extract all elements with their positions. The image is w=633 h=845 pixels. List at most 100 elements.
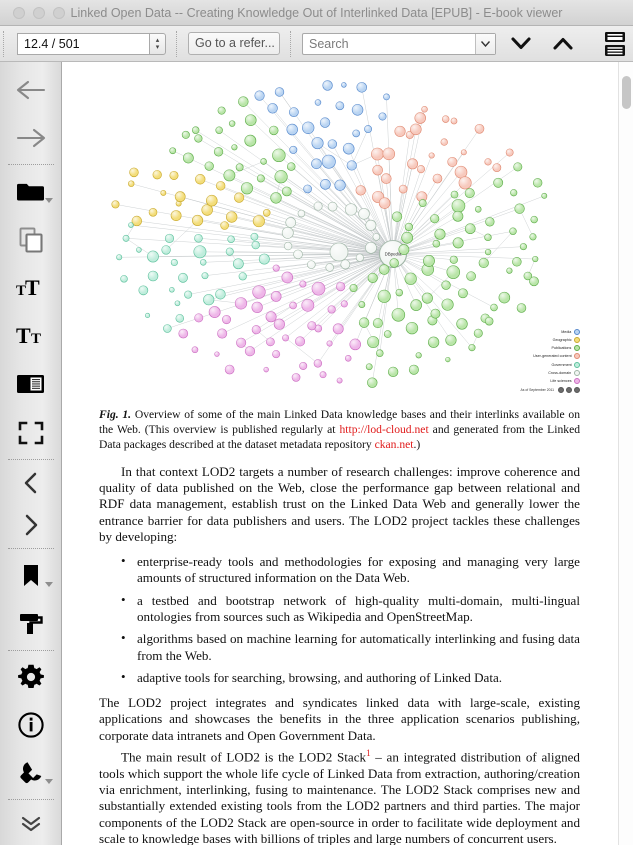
list-item: enterprise-ready tools and methodologies… bbox=[99, 553, 580, 587]
copy-icon bbox=[19, 227, 43, 253]
close-button[interactable] bbox=[13, 6, 25, 19]
find-next-button[interactable] bbox=[504, 29, 538, 59]
sidebar-item-inspector[interactable] bbox=[0, 749, 62, 797]
window-titlebar: Linked Open Data -- Creating Knowledge O… bbox=[0, 0, 633, 26]
sidebar-item-copy[interactable] bbox=[0, 216, 62, 264]
svg-text:T: T bbox=[31, 331, 41, 347]
document-viewport[interactable]: DBpedia Media Geographic Publications Us… bbox=[63, 62, 618, 845]
viewer-toolbar: 12.4 / 501 ▴ ▾ Go to a refer... Search bbox=[0, 26, 633, 62]
legend-row: Publications bbox=[494, 344, 580, 352]
font-smaller-icon: T T bbox=[16, 324, 41, 348]
sidebar-item-open-book[interactable] bbox=[0, 167, 62, 215]
by-icon bbox=[566, 387, 572, 393]
figure-legend: Media Geographic Publications User-gener… bbox=[494, 328, 580, 393]
sidebar-item-preferences[interactable] bbox=[0, 653, 62, 701]
document-page: DBpedia Media Geographic Publications Us… bbox=[63, 62, 608, 845]
tool-sidebar: T T T T bbox=[0, 62, 62, 845]
paint-roller-icon bbox=[19, 613, 43, 634]
paragraph-lod2-stack-before: The main result of LOD2 is the LOD2 Stac… bbox=[121, 749, 367, 765]
sidebar-divider bbox=[7, 458, 54, 460]
page-position-stepper[interactable]: ▴ ▾ bbox=[149, 32, 166, 55]
search-input[interactable]: Search bbox=[303, 34, 475, 54]
list-item: algorithms based on machine learning for… bbox=[99, 630, 580, 664]
gear-icon bbox=[17, 664, 44, 688]
sidebar-item-back[interactable] bbox=[0, 66, 62, 114]
stepper-down-icon[interactable]: ▾ bbox=[156, 44, 160, 51]
figure-caption: Fig. 1. Overview of some of the main Lin… bbox=[99, 407, 580, 453]
hub-node-label: DBpedia bbox=[385, 252, 402, 257]
goto-reference-button[interactable]: Go to a refer... bbox=[188, 32, 280, 55]
toolbar-separator bbox=[3, 30, 4, 57]
scrollbar-thumb[interactable] bbox=[622, 76, 631, 109]
legend-label: Government bbox=[551, 362, 572, 367]
lod-cloud-figure: DBpedia Media Geographic Publications Us… bbox=[99, 76, 582, 401]
legend-label: Publications bbox=[551, 345, 572, 351]
sidebar-item-previous-page[interactable] bbox=[0, 462, 62, 504]
page-position-input[interactable]: 12.4 / 501 bbox=[17, 32, 149, 55]
legend-swatch-user-generated-content bbox=[574, 353, 580, 360]
sidebar-item-more-tools[interactable] bbox=[0, 802, 62, 844]
stepper-up-icon[interactable]: ▴ bbox=[156, 37, 160, 44]
paragraph-project-integrates: The LOD2 project integrates and syndicat… bbox=[99, 695, 580, 743]
sidebar-item-highlight[interactable] bbox=[0, 600, 62, 648]
legend-label: Media bbox=[561, 329, 572, 334]
chevron-down-icon[interactable] bbox=[44, 581, 53, 587]
sidebar-divider bbox=[7, 548, 54, 550]
cc-icon bbox=[558, 387, 564, 393]
search-history-dropdown[interactable] bbox=[475, 33, 495, 54]
paged-mode-icon bbox=[16, 375, 44, 394]
legend-swatch-life-sciences bbox=[574, 377, 580, 384]
find-previous-button[interactable] bbox=[546, 29, 580, 59]
folder-icon bbox=[16, 183, 44, 200]
legend-label: Geographic bbox=[552, 337, 572, 343]
minimize-button[interactable] bbox=[33, 6, 45, 19]
list-item: adaptive tools for searching, browsing, … bbox=[99, 669, 580, 686]
sidebar-item-about[interactable] bbox=[0, 701, 62, 749]
ckan-link[interactable]: ckan.net bbox=[375, 438, 414, 451]
chevron-down-icon bbox=[511, 37, 531, 50]
chevron-down-icon[interactable] bbox=[44, 197, 53, 203]
sidebar-divider bbox=[7, 164, 54, 166]
legend-row: Government bbox=[494, 360, 580, 368]
caption-text-3: .) bbox=[413, 438, 421, 452]
double-chevron-down-icon bbox=[21, 816, 40, 831]
paragraph-lod2-stack: The main result of LOD2 is the LOD2 Stac… bbox=[99, 745, 580, 845]
figure-date-note: As of September 2011 bbox=[520, 388, 555, 392]
legend-swatch-cross-domain bbox=[574, 369, 580, 376]
table-of-contents-button[interactable] bbox=[598, 29, 632, 59]
svg-text:T: T bbox=[16, 324, 31, 348]
sidebar-item-forward[interactable] bbox=[0, 114, 62, 162]
legend-label: User-generated content bbox=[533, 354, 572, 359]
legend-swatch-publications bbox=[574, 345, 580, 352]
sidebar-item-fullscreen[interactable] bbox=[0, 408, 62, 456]
sa-icon bbox=[574, 387, 580, 393]
page-position-control[interactable]: 12.4 / 501 ▴ ▾ bbox=[17, 32, 166, 55]
svg-text:T: T bbox=[25, 276, 40, 300]
arrow-right-icon bbox=[16, 129, 45, 148]
window-controls bbox=[0, 6, 65, 19]
zoom-button[interactable] bbox=[53, 6, 65, 19]
challenges-list: enterprise-ready tools and methodologies… bbox=[99, 553, 580, 686]
figure-label: Fig. 1. bbox=[99, 408, 132, 421]
sidebar-divider bbox=[7, 649, 54, 651]
search-box[interactable]: Search bbox=[302, 32, 496, 55]
paragraph-research-challenges: In that context LOD2 targets a number of… bbox=[99, 463, 580, 544]
arrow-left-icon bbox=[16, 81, 45, 100]
table-of-contents-icon bbox=[605, 31, 625, 56]
legend-row: Life sciences bbox=[494, 377, 580, 385]
chevron-down-icon[interactable] bbox=[44, 779, 53, 785]
sidebar-item-decrease-font[interactable]: T T bbox=[0, 312, 62, 360]
ebook-viewer-window: Linked Open Data -- Creating Knowledge O… bbox=[0, 0, 633, 845]
sidebar-item-paged-mode[interactable] bbox=[0, 360, 62, 408]
legend-label: Cross-domain bbox=[548, 370, 572, 375]
vertical-scrollbar[interactable] bbox=[618, 62, 633, 845]
chevron-left-icon bbox=[24, 472, 36, 494]
sidebar-item-increase-font[interactable]: T T bbox=[0, 264, 62, 312]
legend-row: Geographic bbox=[494, 336, 580, 344]
sidebar-item-bookmark[interactable] bbox=[0, 551, 62, 599]
font-larger-icon: T T bbox=[16, 276, 40, 300]
lod-cloud-link[interactable]: http://lod-cloud.net bbox=[339, 423, 428, 436]
legend-swatch-media bbox=[574, 328, 580, 335]
sidebar-item-next-page[interactable] bbox=[0, 504, 62, 546]
info-icon bbox=[17, 712, 44, 738]
